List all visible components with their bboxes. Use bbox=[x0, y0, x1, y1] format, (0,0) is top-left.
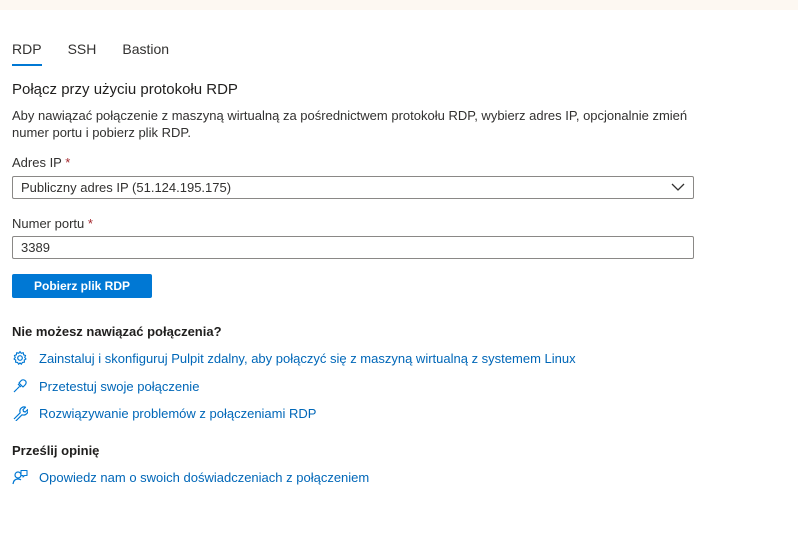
ip-field-label: Adres IP * bbox=[12, 155, 70, 170]
connect-tabs: RDP SSH Bastion bbox=[12, 40, 195, 70]
download-rdp-button[interactable]: Pobierz plik RDP bbox=[12, 274, 152, 298]
tab-ssh[interactable]: SSH bbox=[68, 40, 97, 66]
plug-icon bbox=[13, 379, 27, 393]
required-marker: * bbox=[65, 155, 71, 170]
port-label-text: Numer portu bbox=[12, 216, 85, 231]
feedback-person-icon bbox=[12, 469, 28, 485]
gear-icon bbox=[13, 350, 27, 365]
required-marker: * bbox=[87, 216, 93, 231]
wrench-icon bbox=[13, 406, 28, 421]
port-field-label: Numer portu * bbox=[12, 216, 93, 231]
troubleshoot-link-install[interactable]: Zainstaluj i skonfiguruj Pulpit zdalny, … bbox=[12, 350, 576, 366]
port-number-value: 3389 bbox=[21, 240, 50, 255]
section-heading: Połącz przy użyciu protokołu RDP bbox=[12, 81, 238, 98]
feedback-link[interactable]: Opowiedz nam o swoich doświadczeniach z … bbox=[39, 470, 369, 485]
ip-address-selected-value: Publiczny adres IP (51.124.195.175) bbox=[21, 180, 232, 195]
notification-banner bbox=[0, 0, 798, 10]
ip-address-dropdown[interactable]: Publiczny adres IP (51.124.195.175) bbox=[12, 176, 694, 199]
ip-label-text: Adres IP bbox=[12, 155, 62, 170]
feedback-title: Prześlij opinię bbox=[12, 443, 100, 458]
troubleshoot-link-test[interactable]: Przetestuj swoje połączenie bbox=[12, 378, 199, 394]
install-rdp-link[interactable]: Zainstaluj i skonfiguruj Pulpit zdalny, … bbox=[39, 351, 576, 366]
feedback-link-row[interactable]: Opowiedz nam o swoich doświadczeniach z … bbox=[12, 469, 369, 485]
rdp-troubleshooting-link[interactable]: Rozwiązywanie problemów z połączeniami R… bbox=[39, 406, 316, 421]
test-connection-link[interactable]: Przetestuj swoje połączenie bbox=[39, 379, 199, 394]
port-number-input[interactable]: 3389 bbox=[12, 236, 694, 259]
tab-bastion[interactable]: Bastion bbox=[122, 40, 169, 66]
chevron-down-icon bbox=[671, 183, 685, 191]
troubleshoot-link-rdp-issues[interactable]: Rozwiązywanie problemów z połączeniami R… bbox=[12, 405, 316, 421]
section-description: Aby nawiązać połączenie z maszyną wirtua… bbox=[12, 108, 688, 140]
troubleshoot-title: Nie możesz nawiązać połączenia? bbox=[12, 324, 222, 339]
tab-rdp[interactable]: RDP bbox=[12, 40, 42, 66]
